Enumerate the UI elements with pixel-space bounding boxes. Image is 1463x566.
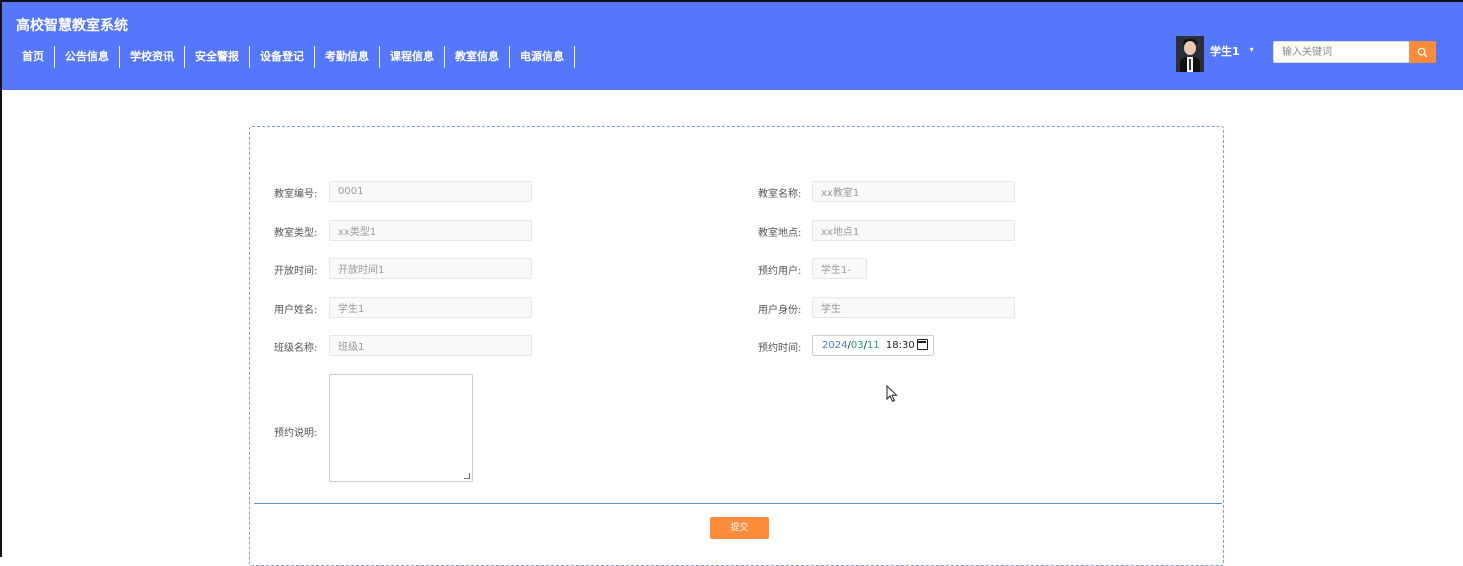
resize-grip-icon[interactable]: [464, 473, 470, 479]
user-role-field[interactable]: [812, 297, 1015, 318]
booking-month[interactable]: 03: [851, 340, 864, 351]
user-role-label: 用户身份:: [758, 305, 802, 316]
open-time-label: 开放时间:: [274, 266, 318, 277]
nav-item-power[interactable]: 电源信息: [510, 46, 575, 68]
classroom-name-label: 教室名称:: [758, 189, 802, 200]
nav-item-attendance[interactable]: 考勤信息: [315, 46, 380, 68]
submit-button[interactable]: 提交: [710, 517, 769, 539]
username[interactable]: 学生1: [1210, 43, 1240, 59]
classroom-type-label: 教室类型:: [274, 228, 318, 239]
nav-item-courses[interactable]: 课程信息: [380, 46, 445, 68]
site-title: 高校智慧教室系统: [16, 18, 128, 34]
class-name-label: 班级名称:: [274, 343, 318, 354]
avatar[interactable]: [1176, 36, 1204, 72]
booking-note-textarea[interactable]: [329, 374, 473, 482]
classroom-location-label: 教室地点:: [758, 228, 802, 239]
mouse-cursor-icon: [886, 385, 898, 403]
class-name-field[interactable]: [329, 335, 532, 356]
search-icon: [1417, 47, 1428, 57]
booking-time-picker[interactable]: 2024/03/11 18:30: [812, 335, 934, 356]
main-nav: 首页 公告信息 学校资讯 安全警报 设备登记 考勤信息 课程信息 教室信息 电源…: [12, 45, 575, 69]
user-name-field[interactable]: [329, 297, 532, 318]
top-header: 高校智慧教室系统 首页 公告信息 学校资讯 安全警报 设备登记 考勤信息 课程信…: [2, 2, 1463, 90]
booking-year[interactable]: 2024: [822, 340, 847, 351]
user-name-label: 用户姓名:: [274, 305, 318, 316]
user-menu[interactable]: 学生1 ▾: [1176, 36, 1254, 72]
nav-item-announcements[interactable]: 公告信息: [55, 46, 120, 68]
classroom-name-field[interactable]: [812, 181, 1015, 202]
open-time-field[interactable]: [329, 258, 532, 279]
booking-time-label: 预约时间:: [758, 343, 802, 354]
nav-item-device-registration[interactable]: 设备登记: [250, 46, 315, 68]
booking-user-label: 预约用户:: [758, 266, 802, 277]
nav-item-security-alerts[interactable]: 安全警报: [185, 46, 250, 68]
booking-clock-time[interactable]: 18:30: [886, 340, 915, 351]
calendar-icon[interactable]: [917, 339, 928, 350]
app-window: 高校智慧教室系统 首页 公告信息 学校资讯 安全警报 设备登记 考勤信息 课程信…: [0, 0, 1463, 566]
classroom-location-field[interactable]: [812, 220, 1015, 241]
search-button[interactable]: [1409, 41, 1436, 63]
classroom-type-field[interactable]: [329, 220, 532, 241]
booking-note-label: 预约说明:: [274, 428, 318, 439]
classroom-no-field[interactable]: [329, 181, 532, 202]
nav-item-home[interactable]: 首页: [12, 46, 55, 68]
nav-item-school-news[interactable]: 学校资讯: [120, 46, 185, 68]
booking-user-field[interactable]: [812, 258, 867, 279]
form-divider: [254, 503, 1222, 504]
nav-item-classrooms[interactable]: 教室信息: [445, 46, 510, 68]
booking-form: 教室编号: 教室类型: 开放时间: 用户姓名: 班级名称: 预约说明: 教室名称…: [249, 126, 1224, 566]
search-input[interactable]: [1273, 41, 1410, 63]
booking-day[interactable]: 11: [867, 340, 880, 351]
classroom-no-label: 教室编号:: [274, 189, 318, 200]
chevron-down-icon[interactable]: ▾: [1250, 45, 1254, 54]
